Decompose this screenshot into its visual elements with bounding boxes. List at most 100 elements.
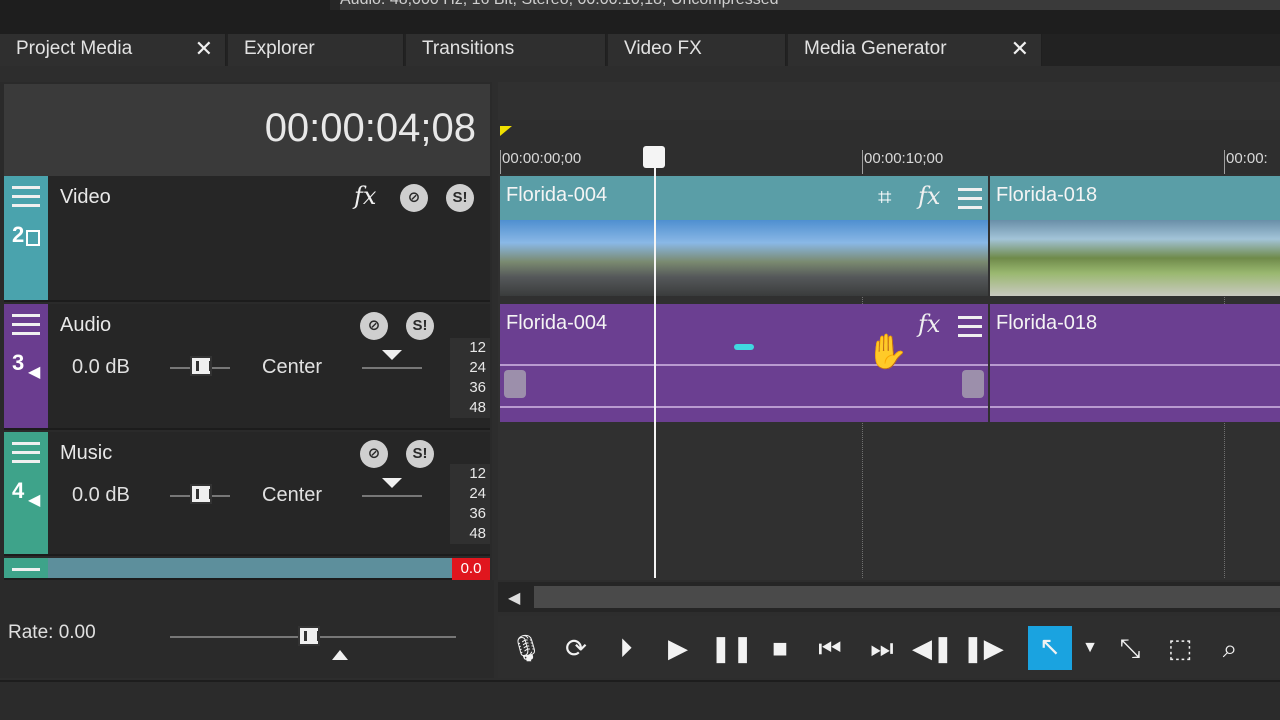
fx-icon[interactable]: fx	[354, 182, 376, 210]
track-menu-icon[interactable]	[12, 186, 40, 208]
pan-slider-knob[interactable]	[382, 350, 402, 360]
tab-label: Project Media	[16, 38, 133, 59]
solo-icon[interactable]: S!	[446, 184, 474, 212]
volume-value: 0.0 dB	[72, 484, 130, 506]
scroll-left-icon[interactable]: ◀	[508, 588, 520, 608]
track-number-strip: 3 ◀	[4, 304, 48, 428]
audio-clip[interactable]: Florida-004 fx	[500, 304, 988, 422]
fx-icon[interactable]: fx	[918, 182, 940, 210]
tab-transitions[interactable]: Transitions	[406, 34, 606, 66]
waveform	[990, 406, 1280, 408]
clip-name: Florida-018	[996, 312, 1098, 334]
level-meter: 12 24 36 48	[450, 464, 490, 544]
pause-icon[interactable]: ❚❚	[710, 628, 754, 668]
stop-icon[interactable]: ■	[760, 628, 800, 668]
hand-cursor-icon: ✋	[866, 333, 909, 371]
mute-icon[interactable]: ⊘	[360, 440, 388, 468]
pan-value: Center	[262, 356, 323, 378]
dropdown-icon[interactable]: ▼	[1080, 628, 1100, 668]
film-icon	[26, 230, 40, 246]
envelope-tool-icon[interactable]: ⤡	[1110, 628, 1150, 668]
track-header-audio[interactable]: 3 ◀ Audio ⊘ S! 0.0 dB Center 12 24 36 48	[4, 304, 490, 430]
solo-icon[interactable]: S!	[406, 312, 434, 340]
time-display: 00:00:04;08	[4, 84, 490, 176]
timecode: 00:00:04;08	[264, 106, 476, 150]
pan-value: Center	[262, 484, 323, 506]
volume-slider-knob[interactable]	[190, 356, 212, 376]
rate-label: Rate: 0.00	[8, 622, 96, 643]
level-meter: 12 24 36 48	[450, 338, 490, 418]
audio-clip[interactable]: Florida-018	[990, 304, 1280, 422]
pan-slider-track[interactable]	[362, 495, 422, 497]
tab-label: Video FX	[624, 38, 702, 59]
rate-center-marker-icon	[332, 650, 348, 660]
rate-slider-knob[interactable]	[298, 626, 320, 646]
crop-icon[interactable]: ⌗	[878, 184, 892, 212]
video-clip[interactable]: Florida-018	[990, 176, 1280, 296]
track-header-music[interactable]: 4 ◀ Music ⊘ S! 0.0 dB Center 12 24 36 48	[4, 432, 490, 556]
timeline-scrollbar[interactable]: ◀	[498, 582, 1280, 612]
track-index: 2	[12, 222, 25, 247]
meter-tick: 48	[469, 399, 486, 416]
loop-icon[interactable]: ⟳	[556, 628, 596, 668]
video-thumbnail-strip	[990, 220, 1280, 296]
track-header-video[interactable]: 2 Video fx ⊘ S!	[4, 176, 490, 302]
track-name: Video	[60, 186, 111, 208]
normal-edit-tool-icon[interactable]: ↖	[1028, 626, 1072, 670]
top-info-strip: Audio: 48,000 Hz, 16 Bit, Stereo, 00:00:…	[0, 0, 1280, 34]
close-icon[interactable]: ✕	[1011, 34, 1029, 64]
track-number-strip: 4 ◀	[4, 432, 48, 554]
tab-label: Explorer	[244, 38, 315, 59]
fade-handle[interactable]	[504, 370, 526, 398]
volume-envelope-handle[interactable]	[734, 344, 754, 350]
scroll-thumb[interactable]	[534, 586, 1280, 608]
clip-menu-icon[interactable]	[958, 316, 982, 343]
meter-tick: 12	[469, 465, 486, 482]
meter-tick: 36	[469, 505, 486, 522]
meter-tick: 24	[469, 359, 486, 376]
track-header-partial[interactable]: 0.0	[4, 558, 490, 580]
track-menu-icon[interactable]	[12, 442, 40, 464]
tab-video-fx[interactable]: Video FX	[608, 34, 786, 66]
waveform	[500, 406, 988, 408]
speaker-icon: ◀	[28, 492, 41, 509]
mic-icon[interactable]: 🎙	[506, 628, 546, 668]
playhead-handle[interactable]	[643, 146, 665, 168]
mute-icon[interactable]: ⊘	[360, 312, 388, 340]
go-to-end-icon[interactable]: ⏭	[862, 628, 902, 668]
tab-explorer[interactable]: Explorer	[228, 34, 404, 66]
pan-slider-track[interactable]	[362, 367, 422, 369]
playhead-line[interactable]	[654, 150, 656, 578]
clip-menu-icon[interactable]	[958, 188, 982, 215]
tab-label: Media Generator	[804, 38, 947, 59]
track-name: Music	[60, 442, 113, 464]
mute-icon[interactable]: ⊘	[400, 184, 428, 212]
solo-icon[interactable]: S!	[406, 440, 434, 468]
zoom-tool-icon[interactable]: ⌕	[1210, 628, 1250, 668]
video-clip[interactable]: Florida-004 ⌗ fx	[500, 176, 988, 296]
fade-handle[interactable]	[962, 370, 984, 398]
media-info-text: Audio: 48,000 Hz, 16 Bit, Stereo, 00:00:…	[340, 0, 779, 9]
loop-region-marker-icon[interactable]	[500, 126, 512, 136]
master-meter-peak: 0.0	[452, 558, 490, 580]
fx-icon[interactable]: fx	[918, 310, 940, 338]
ruler-label: 00:00:00;00	[502, 150, 582, 167]
status-bar	[0, 680, 1280, 720]
meter-tick: 48	[469, 525, 486, 542]
volume-value: 0.0 dB	[72, 356, 130, 378]
waveform	[500, 364, 988, 366]
volume-slider-knob[interactable]	[190, 484, 212, 504]
pan-slider-knob[interactable]	[382, 478, 402, 488]
close-icon[interactable]: ✕	[195, 34, 213, 64]
tab-media-generator[interactable]: Media Generator ✕	[788, 34, 1042, 66]
play-from-start-icon[interactable]: ⏵	[606, 628, 646, 668]
next-frame-icon[interactable]: ❚▶	[962, 628, 1004, 668]
go-to-start-icon[interactable]: ⏮	[810, 628, 850, 668]
prev-frame-icon[interactable]: ◀❚	[912, 628, 954, 668]
track-index: 3	[12, 350, 25, 375]
meter-tick: 36	[469, 379, 486, 396]
track-menu-icon[interactable]	[12, 314, 40, 336]
selection-tool-icon[interactable]: ⬚	[1160, 628, 1200, 668]
tab-project-media[interactable]: Project Media ✕	[0, 34, 226, 66]
play-icon[interactable]: ▶	[658, 628, 698, 668]
